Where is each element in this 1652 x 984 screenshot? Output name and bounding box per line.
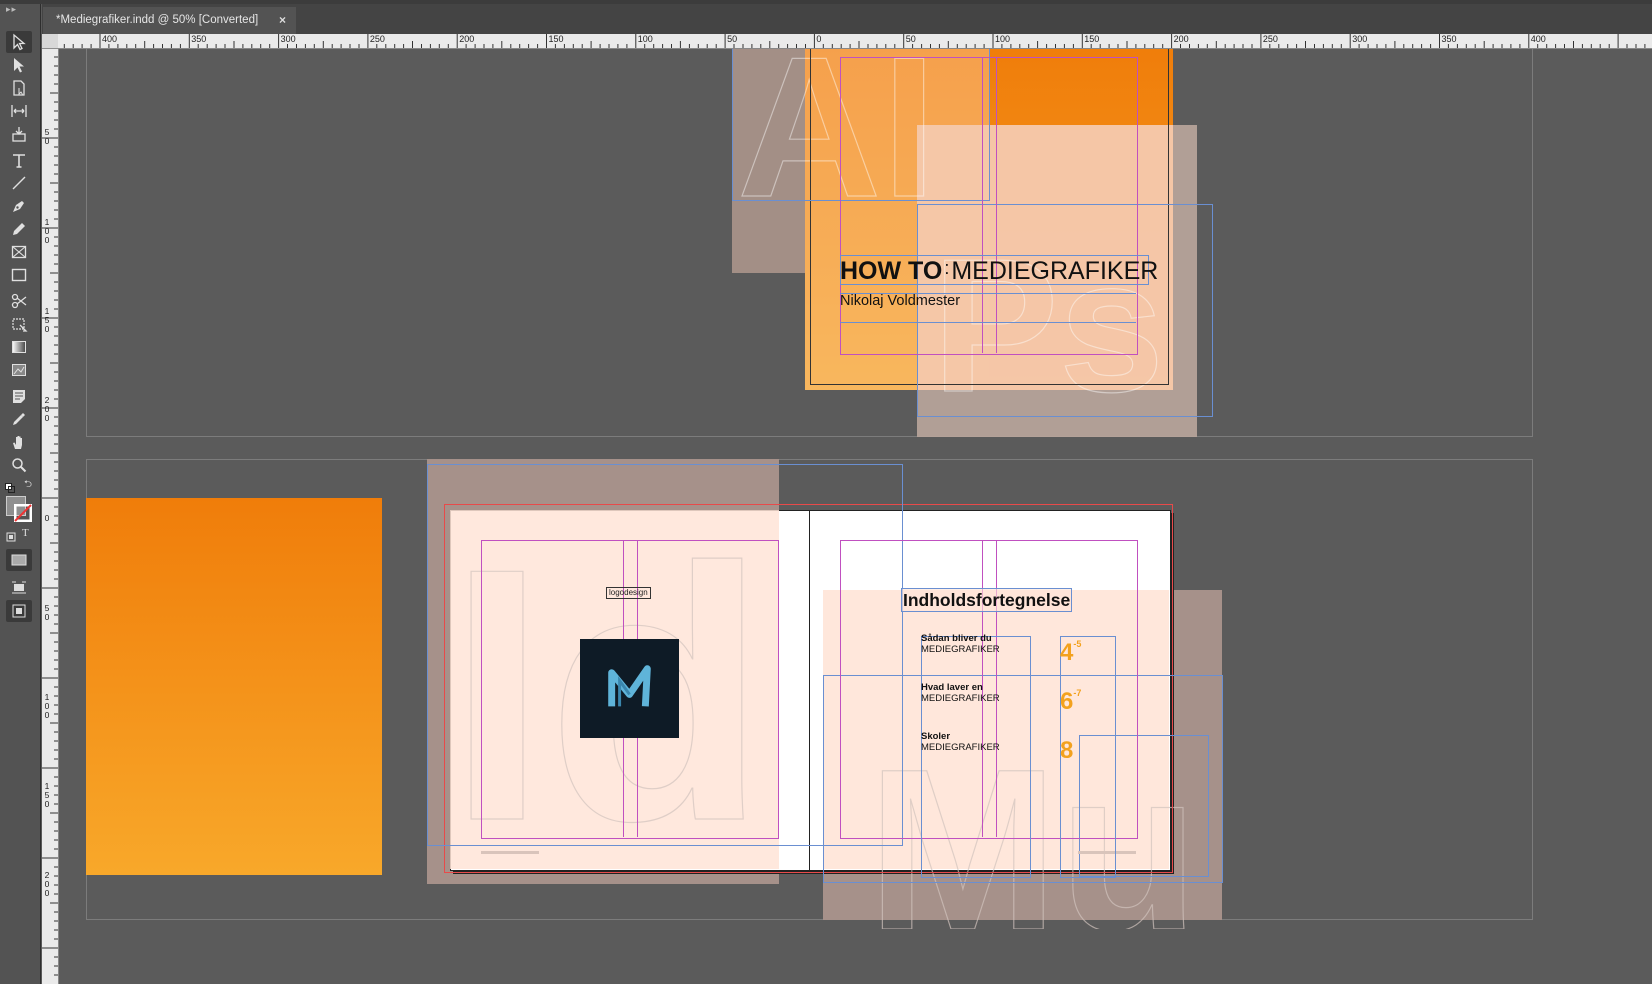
ruler-label: 300: [280, 34, 296, 44]
ruler-label: 0: [816, 34, 822, 44]
toc-page-main: 4: [1060, 639, 1074, 666]
document-canvas[interactable]: AI Ps HOW TO:MEDIEGRAFIKER Nikolaj Voldm…: [59, 49, 1652, 984]
line-tool-icon[interactable]: [6, 172, 32, 194]
gradient-swatch-tool-icon[interactable]: [6, 336, 32, 358]
ruler-label: 300: [1352, 34, 1368, 44]
direct-selection-tool-icon[interactable]: [6, 54, 32, 76]
pen-tool-icon[interactable]: [6, 195, 32, 217]
tools-panel: ▸▸ ⮌ T: [0, 4, 41, 984]
formatting-container-icon[interactable]: [6, 529, 16, 542]
ruler-label: 250: [1262, 34, 1278, 44]
close-icon[interactable]: ×: [279, 7, 286, 34]
logo-caption[interactable]: logodesign: [606, 587, 651, 599]
scissors-tool-icon[interactable]: [6, 290, 32, 312]
stroke-swatch[interactable]: [13, 503, 33, 523]
document-tab-bar: *Mediegrafiker.indd @ 50% [Converted] ×: [42, 4, 1652, 35]
pasteboard-orange-rectangle[interactable]: [86, 498, 382, 875]
ruler-label: 200: [44, 395, 50, 423]
left-page-folio: [481, 851, 539, 854]
swap-fill-stroke-icon[interactable]: ⮌: [24, 480, 34, 490]
default-fill-stroke-icon[interactable]: [5, 480, 15, 493]
vertical-ruler[interactable]: 50 100 150 200 0 50 100 150 200: [42, 48, 59, 984]
ruler-label: 200: [459, 34, 475, 44]
screen-mode-icon[interactable]: [6, 576, 32, 598]
logo-m-icon: [608, 665, 651, 707]
note-tool-icon[interactable]: [6, 385, 32, 407]
toc-entry-title: Skoler: [921, 731, 951, 742]
ruler-origin-corner[interactable]: [42, 34, 58, 48]
toc-heading[interactable]: Indholdsfortegnelse: [901, 588, 1073, 612]
toc-entry-title: Hvad laver en: [921, 682, 983, 693]
tab-title: *Mediegrafiker.indd @ 50% [Converted]: [56, 14, 259, 26]
cover-author: Nikolaj Voldmester: [840, 293, 961, 309]
hand-tool-icon[interactable]: [6, 431, 32, 453]
ruler-label: 350: [191, 34, 207, 44]
ruler-label: 50: [727, 34, 738, 44]
ruler-label: 350: [1441, 34, 1457, 44]
rectangle-frame-tool-icon[interactable]: [6, 241, 32, 263]
ruler-label: 100: [995, 34, 1011, 44]
apply-color-icon[interactable]: [6, 549, 32, 571]
ruler-label: 200: [1173, 34, 1189, 44]
ruler-label: 200: [44, 870, 50, 898]
selection-tool-icon[interactable]: [6, 31, 32, 53]
ruler-label: 150: [44, 781, 50, 809]
toc-page-range: -7: [1073, 688, 1082, 698]
cover-title: HOW TO:MEDIEGRAFIKER: [840, 253, 1158, 286]
toc-page-range: -5: [1073, 639, 1082, 649]
ruler-label: 50: [905, 34, 916, 44]
rectangle-tool-icon[interactable]: [6, 264, 32, 286]
toolbox-grip-icon[interactable]: ▸▸: [6, 4, 32, 16]
ruler-label: 0: [44, 513, 50, 523]
ruler-label: 100: [44, 692, 50, 720]
ruler-label: 150: [548, 34, 564, 44]
ruler-label: 50: [44, 603, 50, 622]
cover-title-light: MEDIEGRAFIKER: [951, 257, 1159, 285]
formatting-text-icon[interactable]: T: [22, 527, 29, 539]
zoom-tool-icon[interactable]: [6, 454, 32, 476]
horizontal-ruler[interactable]: 400 350 300 250 200 150 100 50 0 50 100 150 200 250 30…: [58, 34, 1652, 49]
ruler-label: 250: [369, 34, 385, 44]
ruler-label: 100: [44, 217, 50, 245]
gradient-feather-tool-icon[interactable]: [6, 359, 32, 381]
type-tool-icon[interactable]: [6, 149, 32, 171]
gap-tool-icon[interactable]: [6, 100, 32, 122]
toc-page-number: 8: [1060, 729, 1073, 764]
ruler-label: 400: [102, 34, 118, 44]
normal-view-icon[interactable]: [6, 600, 32, 622]
cover-title-bold: HOW TO: [840, 257, 943, 285]
toc-page-number: 6-7: [1060, 680, 1081, 715]
toc-page-number: 4-5: [1060, 631, 1081, 666]
ruler-label: 100: [637, 34, 653, 44]
eyedropper-tool-icon[interactable]: [6, 408, 32, 430]
toc-page-main: 8: [1060, 737, 1074, 764]
toc-entry-subtitle: MEDIEGRAFIKER: [921, 644, 1000, 655]
toc-page-main: 6: [1060, 688, 1074, 715]
content-collector-tool-icon[interactable]: [6, 123, 32, 145]
logo-image[interactable]: [580, 639, 679, 738]
toc-text-frame[interactable]: [921, 636, 1031, 878]
free-transform-tool-icon[interactable]: [6, 313, 32, 335]
ruler-label: 50: [44, 127, 50, 146]
tab-mediegrafiker-document[interactable]: *Mediegrafiker.indd @ 50% [Converted] ×: [43, 7, 296, 34]
toc-entry-title: Sådan bliver du: [921, 633, 992, 644]
ruler-label: 150: [44, 306, 50, 334]
page-tool-icon[interactable]: [6, 77, 32, 99]
ruler-label: 150: [1084, 34, 1100, 44]
ruler-label: 400: [1530, 34, 1546, 44]
cover-title-separator: :: [944, 258, 950, 278]
pencil-tool-icon[interactable]: [6, 218, 32, 240]
toc-entry-subtitle: MEDIEGRAFIKER: [921, 742, 1000, 753]
toc-entry-subtitle: MEDIEGRAFIKER: [921, 693, 1000, 704]
